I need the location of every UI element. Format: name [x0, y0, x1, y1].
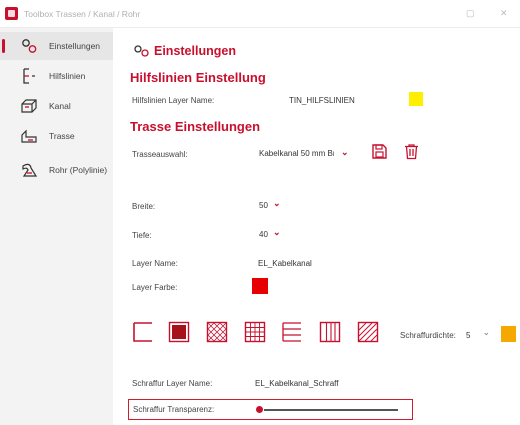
layer-color-label: Layer Farbe:	[132, 283, 178, 292]
sidebar-item-trasse[interactable]: Trasse	[0, 122, 113, 150]
maximize-button[interactable]: ▢	[466, 8, 475, 19]
transparency-slider-thumb[interactable]	[256, 406, 263, 413]
title-bar: Toolbox Trassen / Kanal / Rohr ▢ ✕	[0, 0, 520, 28]
layer-name-label: Layer Name:	[132, 259, 178, 268]
tiefe-label: Tiefe:	[132, 231, 152, 240]
layer-name-input[interactable]: EL_Kabelkanal	[258, 259, 312, 268]
sidebar-item-kanal[interactable]: Kanal	[0, 92, 113, 120]
hatch-layer-label: Schraffur Layer Name:	[132, 379, 213, 388]
sidebar-item-label: Einstellungen	[49, 41, 101, 51]
page-title: Einstellungen	[154, 44, 236, 58]
hatch-density-value: 5	[466, 331, 471, 340]
transparency-label: Schraffur Transparenz:	[133, 405, 215, 414]
hatch-density-label: Schraffurdichte:	[400, 331, 456, 340]
route-icon	[20, 127, 38, 145]
hatch-vertical-button[interactable]	[319, 321, 341, 343]
main-content: Einstellungen Hilfslinien Einstellung Hi…	[113, 28, 520, 425]
settings-gears-icon	[20, 37, 38, 55]
hatch-none-button[interactable]	[132, 321, 154, 343]
hatch-color-swatch[interactable]	[501, 326, 516, 342]
channel-box-icon	[20, 97, 38, 115]
sidebar-item-hilfslinien[interactable]: Hilfslinien	[0, 62, 113, 90]
hatch-density-dropdown[interactable]: 5 ⌄	[463, 327, 497, 341]
sidebar-item-rohr[interactable]: Rohr (Polylinie)	[0, 156, 113, 184]
hatch-horizontal-button[interactable]	[281, 321, 303, 343]
tiefe-dropdown[interactable]: 40 ⌄	[256, 227, 288, 241]
hatch-diagonal-button[interactable]	[357, 321, 379, 343]
hatch-solid-button[interactable]	[168, 321, 190, 343]
window-title: Toolbox Trassen / Kanal / Rohr	[24, 9, 141, 19]
title-gears-icon	[133, 44, 151, 63]
pipe-icon	[20, 161, 38, 179]
tiefe-value: 40	[259, 230, 268, 239]
breite-value: 50	[259, 201, 268, 210]
sidebar-item-label: Kanal	[49, 101, 71, 111]
sidebar-item-einstellungen[interactable]: Einstellungen	[0, 32, 113, 60]
layer-color-swatch[interactable]	[252, 278, 268, 294]
sidebar-item-label: Hilfslinien	[49, 71, 86, 81]
breite-label: Breite:	[132, 202, 156, 211]
hatch-grid-button[interactable]	[244, 321, 266, 343]
trasse-select-label: Trasseauswahl:	[132, 150, 188, 159]
breite-dropdown[interactable]: 50 ⌄	[256, 198, 288, 212]
hatch-layer-input[interactable]: EL_Kabelkanal_Schraff	[255, 379, 338, 388]
chevron-down-icon: ⌄	[341, 147, 349, 157]
app-logo-icon	[5, 7, 18, 20]
sidebar-item-label: Rohr (Polylinie)	[49, 165, 108, 175]
hilfslinien-layer-name-input[interactable]: TIN_HILFSLINIEN	[289, 96, 355, 105]
sidebar-item-label: Trasse	[49, 131, 75, 141]
trasse-select-dropdown[interactable]: Kabelkanal 50 mm Bre ⌄	[255, 146, 352, 162]
chevron-down-icon: ⌄	[273, 198, 281, 208]
save-icon[interactable]	[371, 143, 388, 165]
section-heading-trasse: Trasse Einstellungen	[130, 119, 261, 134]
guideline-icon	[20, 67, 38, 85]
section-heading-hilfslinien: Hilfslinien Einstellung	[130, 70, 266, 85]
hilfslinien-layer-label: Hilfslinien Layer Name:	[132, 96, 215, 105]
delete-trash-icon[interactable]	[403, 143, 420, 165]
hatch-diagonal-cross-button[interactable]	[206, 321, 228, 343]
sidebar: Einstellungen Hilfslinien Kanal Trasse R…	[0, 28, 113, 425]
hilfslinien-color-swatch[interactable]	[409, 92, 423, 106]
chevron-down-icon: ⌄	[483, 328, 490, 337]
chevron-down-icon: ⌄	[273, 227, 281, 237]
close-button[interactable]: ✕	[500, 8, 508, 19]
transparency-slider-track[interactable]	[264, 409, 398, 411]
trasse-select-value: Kabelkanal 50 mm Bre	[259, 149, 334, 158]
